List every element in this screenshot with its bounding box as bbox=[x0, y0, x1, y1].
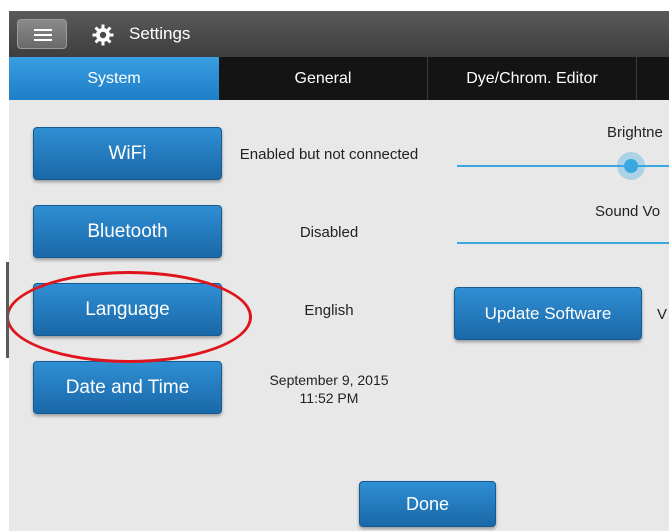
sound-volume-label: Sound Vo bbox=[595, 203, 661, 220]
language-status: English bbox=[304, 302, 354, 319]
sound-volume-slider-track[interactable] bbox=[457, 242, 669, 244]
settings-screen: Settings System General Dye/Chrom. Edito… bbox=[9, 11, 669, 531]
brightness-label: Brightne bbox=[607, 124, 663, 141]
wifi-button[interactable]: WiFi bbox=[33, 127, 222, 180]
hamburger-menu-icon bbox=[34, 29, 52, 31]
title-bar: Settings bbox=[9, 11, 669, 57]
date-value: September 9, 2015 bbox=[269, 372, 389, 388]
tab-bar: System General Dye/Chrom. Editor bbox=[9, 57, 669, 100]
page-title: Settings bbox=[129, 24, 191, 43]
gear-icon bbox=[92, 24, 114, 46]
language-button[interactable]: Language bbox=[33, 283, 222, 336]
bluetooth-status: Disabled bbox=[299, 224, 359, 241]
update-software-button[interactable]: Update Software bbox=[454, 287, 642, 340]
slider-handle-icon bbox=[624, 159, 638, 173]
menu-button[interactable] bbox=[17, 19, 67, 49]
done-button[interactable]: Done bbox=[359, 481, 496, 527]
wifi-status: Enabled but not connected bbox=[239, 146, 419, 163]
tab-system[interactable]: System bbox=[9, 57, 219, 100]
hamburger-menu-icon-line bbox=[34, 34, 52, 36]
tab-divider bbox=[636, 57, 637, 100]
date-time-button[interactable]: Date and Time bbox=[33, 361, 222, 414]
time-value: 11:52 PM bbox=[299, 390, 359, 406]
brightness-slider-thumb[interactable] bbox=[617, 152, 645, 180]
hamburger-menu-icon-line bbox=[34, 39, 52, 41]
software-version-label: V bbox=[657, 306, 668, 323]
tab-dye-chrom-editor[interactable]: Dye/Chrom. Editor bbox=[428, 57, 636, 100]
tab-general[interactable]: General bbox=[219, 57, 427, 100]
bluetooth-button[interactable]: Bluetooth bbox=[33, 205, 222, 258]
